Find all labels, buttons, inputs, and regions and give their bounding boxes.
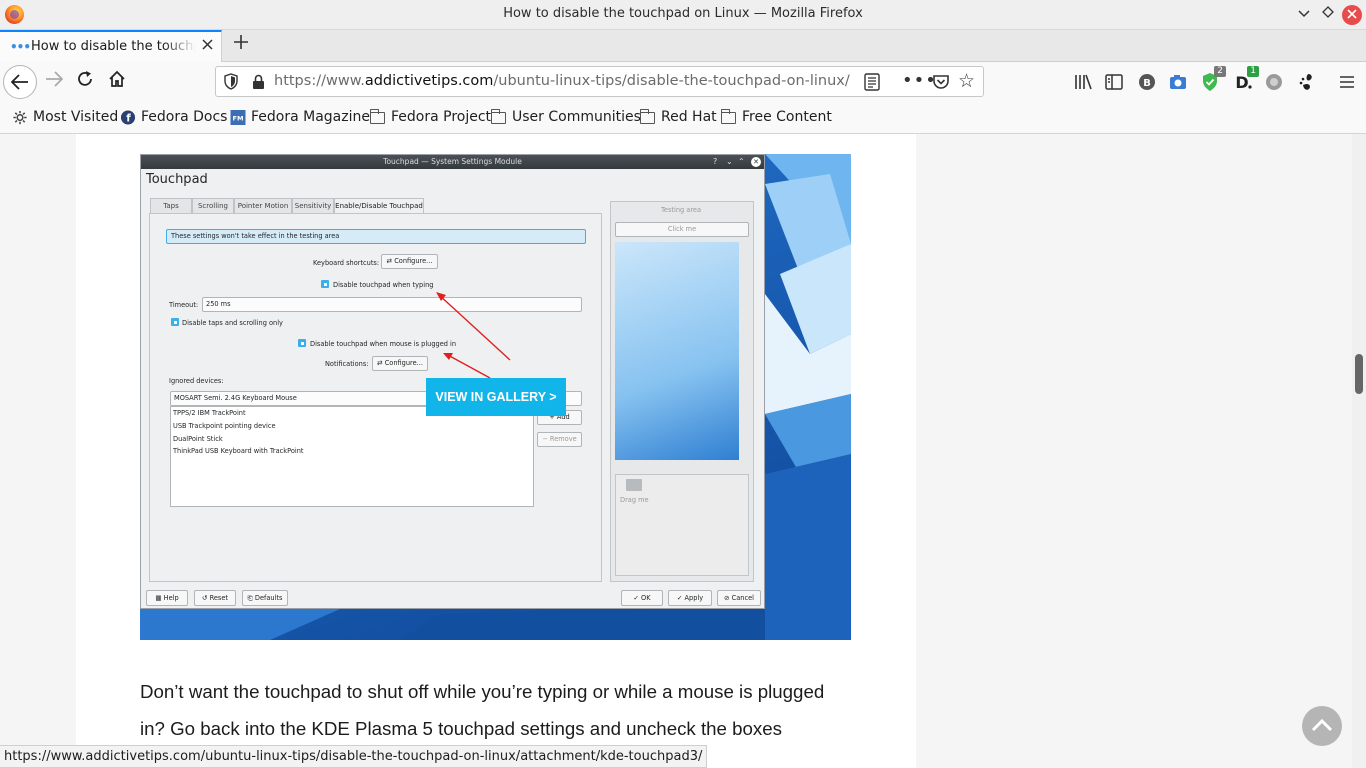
sidebar-icon[interactable] [1104, 72, 1124, 92]
bookmarks-toolbar: Most Visited f Fedora Docs FM Fedora Mag… [0, 102, 1366, 134]
home-button[interactable] [105, 70, 129, 94]
maximize-button[interactable] [1318, 5, 1338, 25]
minimize-button[interactable] [1294, 5, 1314, 25]
bookmark-fedora-project[interactable]: Fedora Project [369, 109, 491, 125]
svg-text:f: f [126, 112, 131, 124]
hamburger-menu-icon[interactable] [1337, 72, 1357, 92]
reload-button[interactable] [73, 70, 97, 94]
fedora-icon: f [120, 110, 136, 125]
library-icon[interactable] [1073, 72, 1093, 92]
d-extension-icon[interactable]: D 1 [1233, 66, 1259, 92]
folder-icon [490, 109, 506, 124]
forward-button[interactable] [42, 70, 66, 94]
d-badge: 1 [1247, 66, 1259, 77]
navigation-toolbar: https://www.addictivetips.com/ubuntu-lin… [0, 62, 1366, 102]
view-in-gallery-button[interactable]: VIEW IN GALLERY > [426, 378, 566, 416]
loading-dots-icon: ••• [10, 40, 31, 54]
shield-extension-icon[interactable]: 2 [1200, 66, 1226, 92]
back-button[interactable] [3, 65, 37, 99]
new-tab-button[interactable] [230, 33, 252, 57]
url-text[interactable]: https://www.addictivetips.com/ubuntu-lin… [274, 73, 850, 89]
page-viewport: Touchpad — System Settings Module ? ⌄ ⌃ … [0, 134, 1366, 768]
svg-text:B: B [1143, 78, 1151, 89]
tab-close-icon[interactable] [199, 38, 215, 54]
article-screenshot-image[interactable]: Touchpad — System Settings Module ? ⌄ ⌃ … [140, 154, 851, 640]
lock-icon[interactable] [252, 74, 265, 90]
bookmark-fedora-docs[interactable]: f Fedora Docs [120, 109, 227, 125]
article-paragraph: Don’t want the touchpad to shut off whil… [140, 681, 825, 739]
pocket-icon[interactable] [932, 73, 950, 91]
folder-icon [639, 109, 655, 124]
bookmark-star-icon[interactable]: ☆ [958, 70, 975, 92]
url-bar[interactable]: https://www.addictivetips.com/ubuntu-lin… [215, 66, 984, 97]
tracking-protection-shield-icon[interactable] [224, 73, 238, 90]
folder-icon [720, 109, 736, 124]
folder-icon [369, 109, 385, 124]
gear-icon [13, 110, 27, 125]
tab-title: How to disable the touchpad on Linux [31, 39, 196, 54]
window-titlebar: How to disable the touchpad on Linux — M… [0, 0, 1366, 30]
gnome-extension-icon[interactable] [1296, 72, 1316, 92]
bookmark-free-content[interactable]: Free Content [720, 109, 832, 125]
back-to-top-button[interactable] [1302, 706, 1342, 746]
bookmark-user-communities[interactable]: User Communities [490, 109, 641, 125]
bookmark-red-hat[interactable]: Red Hat [639, 109, 717, 125]
screenshot-extension-icon[interactable] [1168, 72, 1188, 92]
window-title: How to disable the touchpad on Linux — M… [503, 6, 863, 21]
page-scrollbar[interactable] [1352, 134, 1366, 768]
bookmark-fedora-magazine[interactable]: FM Fedora Magazine [230, 109, 370, 125]
reader-view-icon[interactable] [864, 73, 880, 91]
close-window-button[interactable] [1342, 5, 1362, 25]
status-link-preview: https://www.addictivetips.com/ubuntu-lin… [0, 745, 708, 768]
svg-text:FM: FM [233, 114, 244, 122]
fm-icon: FM [230, 110, 246, 125]
bookmark-most-visited[interactable]: Most Visited [12, 109, 118, 125]
tab-active[interactable]: ••• How to disable the touchpad on Linux [0, 30, 222, 62]
scrollbar-thumb[interactable] [1355, 354, 1363, 394]
b-extension-icon[interactable]: B [1137, 72, 1157, 92]
tab-strip: ••• How to disable the touchpad on Linux [0, 30, 1366, 62]
chevron-up-icon [1311, 718, 1333, 732]
shield-badge: 2 [1214, 66, 1226, 77]
grey-circle-extension-icon[interactable] [1264, 72, 1284, 92]
